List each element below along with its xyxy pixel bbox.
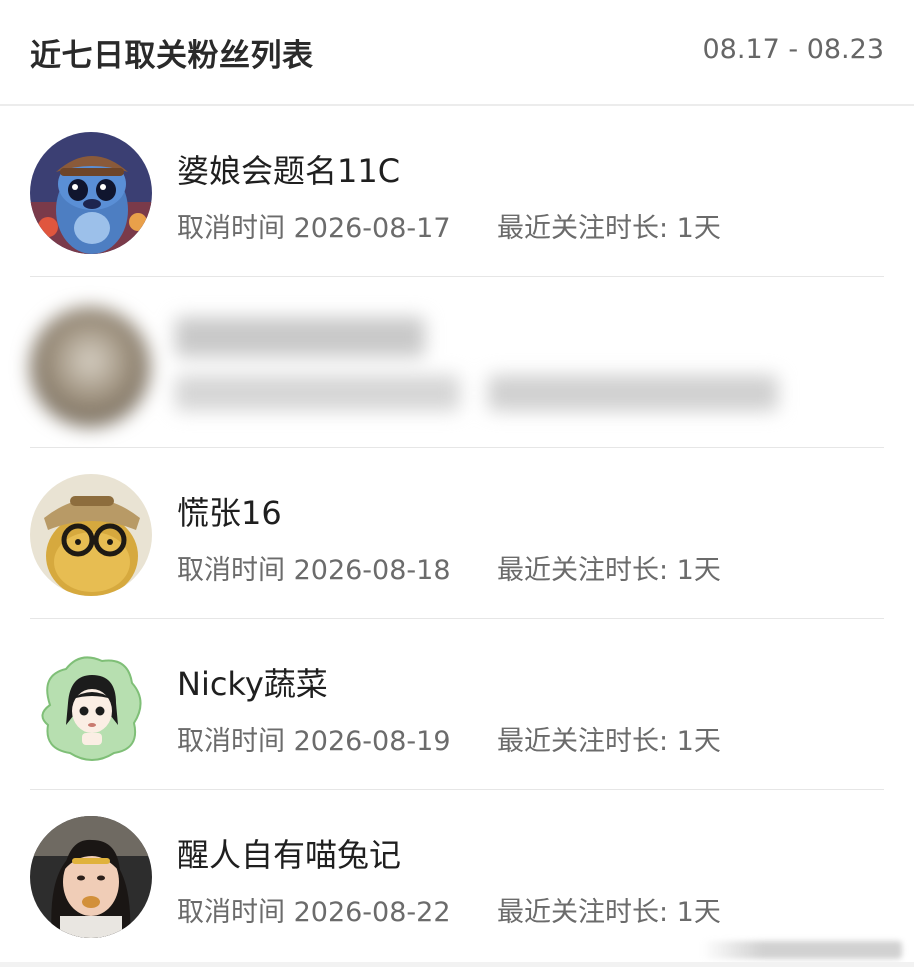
user-name[interactable]: 婆娘会题名11C xyxy=(177,146,400,192)
page-header: 近七日取关粉丝列表 08.17 - 08.23 xyxy=(0,0,914,106)
blurred-avatar-icon xyxy=(30,307,150,427)
list-item[interactable]: 慌张16 取消时间 2026-08-18 最近关注时长: 1天 xyxy=(0,448,914,619)
photo-girl-avatar-icon[interactable] xyxy=(30,816,152,938)
unfollower-list: 婆娘会题名11C 取消时间 2026-08-17 最近关注时长: 1天 慌张16… xyxy=(0,106,914,961)
follow-duration: 最近关注时长: 1天 xyxy=(497,213,721,244)
date-range: 08.17 - 08.23 xyxy=(702,34,885,65)
cartoon-girl-avatar-icon[interactable] xyxy=(30,645,152,767)
cancel-time: 取消时间 2026-08-18 xyxy=(177,555,451,586)
stitch-avatar-icon[interactable] xyxy=(30,132,152,254)
user-name[interactable]: 慌张16 xyxy=(177,488,282,534)
follow-duration: 最近关注时长: 1天 xyxy=(497,555,721,586)
blurred-cancel-time xyxy=(175,375,460,411)
list-item[interactable]: 醒人自有喵兔记 取消时间 2026-08-22 最近关注时长: 1天 xyxy=(0,790,914,961)
follow-duration: 最近关注时长: 1天 xyxy=(497,897,721,928)
plush-glasses-avatar-icon[interactable] xyxy=(30,474,152,596)
cancel-time: 取消时间 2026-08-17 xyxy=(177,213,451,244)
list-item[interactable]: Nicky蔬菜 取消时间 2026-08-19 最近关注时长: 1天 xyxy=(0,619,914,790)
bottom-edge xyxy=(0,962,914,967)
blurred-name xyxy=(175,317,425,357)
blurred-content xyxy=(0,277,914,448)
follow-duration: 最近关注时长: 1天 xyxy=(497,726,721,757)
user-name[interactable]: 醒人自有喵兔记 xyxy=(177,830,401,876)
user-name[interactable]: Nicky蔬菜 xyxy=(177,659,328,705)
page-title: 近七日取关粉丝列表 xyxy=(30,38,314,74)
cancel-time: 取消时间 2026-08-19 xyxy=(177,726,451,757)
list-item[interactable]: 婆娘会题名11C 取消时间 2026-08-17 最近关注时长: 1天 xyxy=(0,106,914,277)
watermark xyxy=(702,941,902,959)
list-item-blurred[interactable] xyxy=(0,277,914,448)
cancel-time: 取消时间 2026-08-22 xyxy=(177,897,451,928)
blurred-follow-duration xyxy=(488,375,778,411)
